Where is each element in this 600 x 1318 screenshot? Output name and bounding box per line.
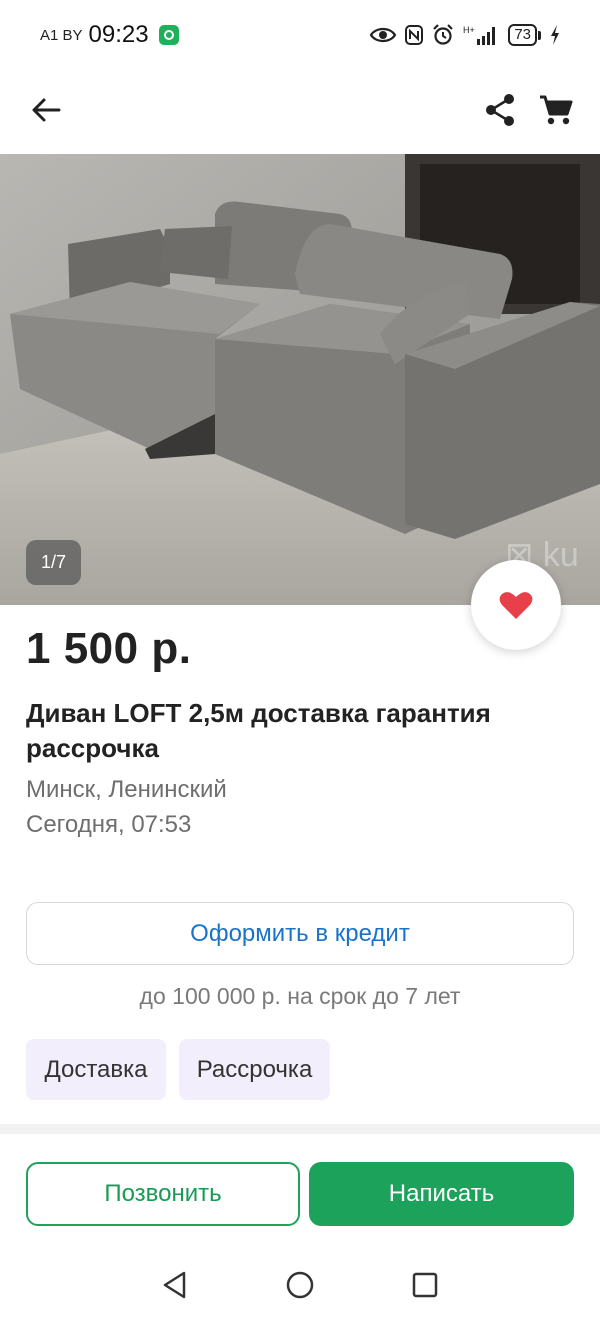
clock: 09:23 (88, 21, 149, 48)
sofa-photo-image: ⊠ ku (0, 154, 600, 605)
nav-recent-icon[interactable] (410, 1270, 440, 1300)
cart-icon (540, 95, 573, 125)
charging-icon (550, 25, 560, 45)
listing-price: 1 500 р. (26, 624, 192, 673)
listing-date: Сегодня, 07:53 (26, 811, 192, 838)
app-header (0, 70, 600, 154)
nfc-icon (405, 25, 424, 45)
signal-icon: H+ (463, 24, 499, 46)
product-photo[interactable]: ⊠ ku 1/7 (0, 154, 600, 605)
cart-button[interactable] (534, 88, 578, 132)
alarm-icon (432, 24, 454, 46)
tag-delivery[interactable]: Доставка (26, 1039, 166, 1100)
tag-installment[interactable]: Рассрочка (179, 1039, 330, 1100)
photo-counter: 1/7 (26, 540, 81, 585)
carrier-label: A1 BY (40, 26, 83, 44)
battery-level: 73 (508, 24, 537, 46)
status-left: A1 BY 09:23 (40, 21, 179, 49)
nav-home-icon[interactable] (285, 1270, 315, 1300)
nav-back-icon[interactable] (160, 1270, 190, 1300)
back-arrow-icon (32, 98, 61, 122)
section-divider (0, 1124, 600, 1134)
share-icon (486, 94, 514, 126)
favorite-button[interactable] (471, 560, 561, 650)
heart-icon (499, 592, 533, 619)
app-notification-icon (158, 25, 179, 45)
listing-title: Диван LOFT 2,5м доставка гарантия рассро… (26, 698, 491, 763)
system-nav-bar (0, 1250, 600, 1318)
credit-button[interactable]: Оформить в кредит (26, 902, 574, 965)
write-button[interactable]: Написать (309, 1162, 574, 1226)
eye-icon (370, 26, 397, 44)
svg-text:H+: H+ (463, 25, 475, 35)
status-bar: A1 BY 09:23 H+ 73 (0, 0, 600, 70)
battery-icon: 73 (508, 24, 541, 46)
back-button[interactable] (24, 88, 68, 132)
share-button[interactable] (478, 88, 522, 132)
call-button[interactable]: Позвонить (26, 1162, 300, 1226)
status-right: H+ 73 (370, 24, 560, 46)
listing-location: Минск, Ленинский (26, 776, 227, 803)
credit-note: до 100 000 р. на срок до 7 лет (139, 983, 461, 1009)
